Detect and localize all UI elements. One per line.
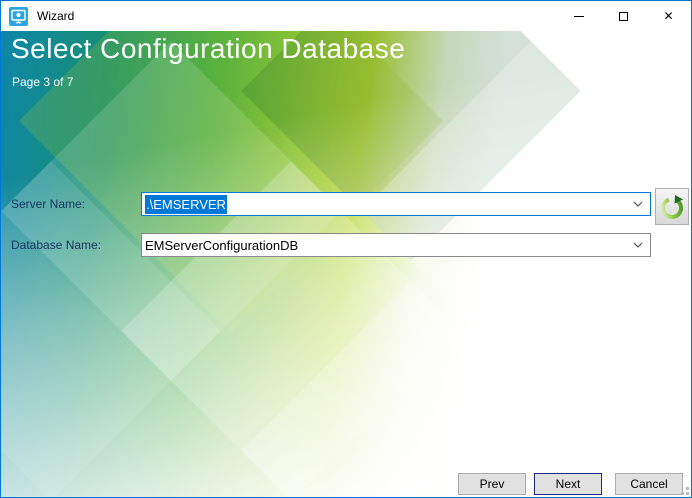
wizard-client-area: Select Configuration Database Page 3 of … — [1, 31, 691, 497]
server-name-combobox[interactable]: .\EMSERVER — [141, 192, 651, 216]
wizard-window: Wizard ✕ Select Configuration Database P… — [0, 0, 692, 498]
chevron-down-icon[interactable] — [633, 201, 643, 207]
window-title: Wizard — [37, 9, 75, 23]
close-button[interactable]: ✕ — [646, 1, 691, 31]
gradient-background — [1, 31, 691, 497]
title-bar[interactable]: Wizard ✕ — [1, 1, 691, 31]
maximize-icon — [619, 11, 628, 21]
prev-button[interactable]: Prev — [458, 473, 526, 495]
minimize-icon — [573, 15, 584, 17]
page-indicator: Page 3 of 7 — [12, 75, 74, 89]
refresh-icon — [659, 193, 685, 221]
server-name-label: Server Name: — [11, 197, 86, 211]
cancel-button[interactable]: Cancel — [615, 473, 683, 495]
next-button[interactable]: Next — [534, 473, 602, 495]
minimize-button[interactable] — [556, 1, 601, 31]
database-name-label: Database Name: — [11, 238, 102, 252]
database-name-value: EMServerConfigurationDB — [145, 237, 299, 253]
database-name-combobox[interactable]: EMServerConfigurationDB — [141, 233, 651, 257]
background-fade — [1, 31, 691, 497]
monitor-app-icon — [9, 6, 28, 26]
refresh-servers-button[interactable] — [655, 188, 689, 225]
page-title: Select Configuration Database — [11, 33, 406, 64]
maximize-button[interactable] — [601, 1, 646, 31]
chevron-down-icon[interactable] — [633, 242, 643, 248]
close-icon: ✕ — [663, 9, 674, 23]
server-name-value: .\EMSERVER — [145, 194, 227, 214]
resize-grip[interactable] — [679, 485, 689, 495]
